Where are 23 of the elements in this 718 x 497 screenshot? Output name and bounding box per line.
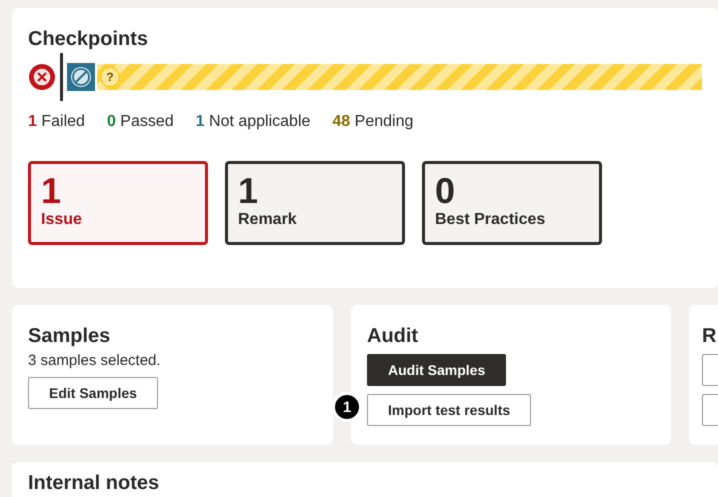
card-title: Samples [28, 325, 112, 348]
status-count: 48 Pending [332, 113, 414, 131]
step-badge: 1 [332, 392, 362, 422]
pending-icon: ? [100, 67, 120, 87]
button[interactable]: Audit Samples [367, 354, 506, 386]
status-count: 1 Failed [28, 113, 85, 131]
card-title: R [702, 325, 718, 348]
count-label: Remark [238, 211, 298, 229]
count-value: 0 [435, 172, 456, 210]
button[interactable]: Edit Samples [28, 377, 158, 409]
button[interactable]: Import test results [367, 394, 532, 426]
count-label: Best Practices [435, 211, 546, 229]
card-title: Audit [367, 325, 420, 348]
failed-icon [28, 63, 56, 91]
card-title: Internal notes [28, 472, 160, 495]
count-label: Issue [41, 211, 83, 229]
card-title: Checkpoints [28, 28, 150, 51]
count-value: 1 [41, 172, 62, 210]
count-value: 1 [238, 172, 260, 210]
card-text: 3 samples selected. [28, 352, 161, 369]
status-count: 1 Not applicable [196, 113, 310, 131]
not-applicable-icon [67, 63, 95, 91]
status-count: 0 Passed [106, 113, 174, 131]
